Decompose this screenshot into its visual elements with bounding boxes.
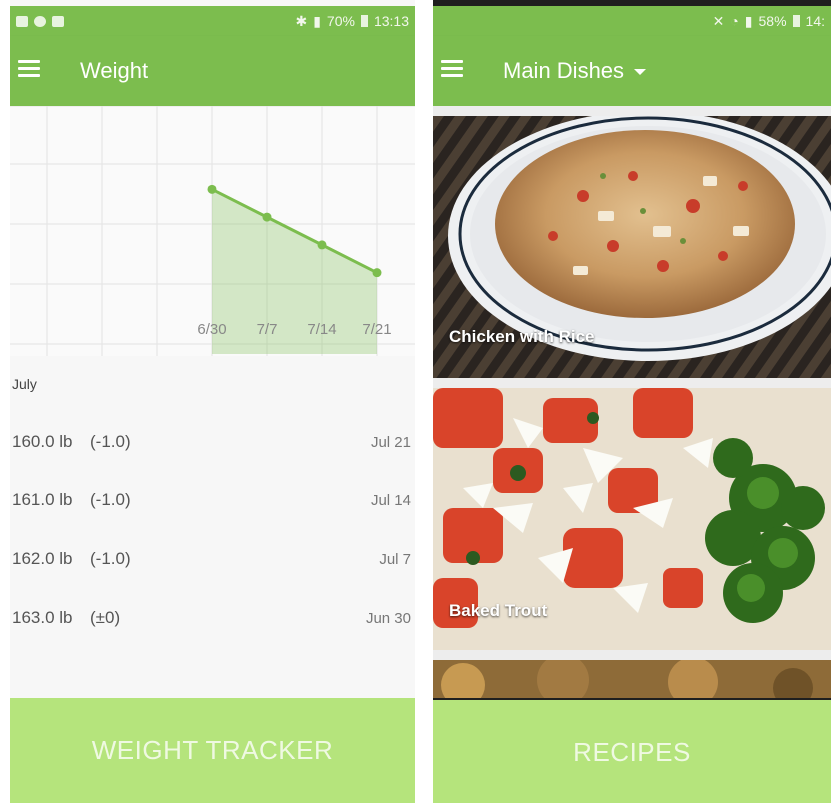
app-bar: Main Dishes bbox=[433, 36, 831, 106]
battery-percent: 70% bbox=[326, 13, 355, 29]
weight-screen: ✱ ▮ 70% 13:13 Weight 6/30 7/7 7/14 7/21 Jul… bbox=[10, 0, 415, 803]
x-tick-label: 6/30 bbox=[197, 321, 226, 338]
battery-icon bbox=[792, 15, 800, 27]
gallery-icon bbox=[16, 15, 28, 27]
weight-delta: (-1.0) bbox=[90, 549, 131, 568]
weight-point[interactable] bbox=[207, 184, 217, 194]
recipe-card[interactable]: Baked Trout bbox=[433, 388, 831, 650]
recipe-caption: Chicken with Rice bbox=[449, 327, 595, 346]
battery-icon bbox=[360, 15, 368, 27]
caret-down-icon bbox=[634, 69, 647, 76]
status-bar: ✱ ▮ 70% 13:13 bbox=[10, 6, 415, 36]
battery-percent: 58% bbox=[758, 13, 787, 29]
signal-icon: ▮ bbox=[313, 12, 321, 29]
weight-value: 163.0 lb bbox=[12, 608, 73, 627]
clock: 13:13 bbox=[373, 13, 409, 29]
weight-point[interactable] bbox=[372, 268, 382, 278]
list-item[interactable]: 160.0 lb (-1.0) Jul 21 bbox=[10, 424, 415, 464]
recipe-caption: Baked Trout bbox=[449, 601, 548, 620]
recipe-card[interactable] bbox=[433, 660, 831, 698]
weight-value: 162.0 lb bbox=[12, 549, 73, 568]
entry-date: Jul 14 bbox=[370, 492, 411, 509]
weight-tracker-button[interactable]: WEIGHT TRACKER bbox=[10, 698, 415, 803]
weight-point[interactable] bbox=[262, 212, 272, 222]
page-title: Weight bbox=[80, 58, 149, 83]
list-item[interactable]: 162.0 lb (-1.0) Jul 7 bbox=[10, 541, 415, 581]
messenger-icon bbox=[34, 15, 46, 27]
mute-icon: ✕ bbox=[712, 12, 725, 29]
menu-icon[interactable] bbox=[18, 60, 40, 78]
weight-chart: 6/30 7/7 7/14 7/21 bbox=[10, 106, 415, 356]
recipes-button[interactable]: RECIPES bbox=[433, 700, 831, 803]
recipe-image bbox=[433, 660, 831, 698]
app-bar: Weight bbox=[10, 36, 415, 106]
menu-icon[interactable] bbox=[441, 60, 463, 78]
entry-date: Jun 30 bbox=[365, 610, 411, 627]
entry-date: Jul 7 bbox=[379, 551, 411, 568]
x-tick-label: 7/14 bbox=[307, 321, 336, 338]
category-dropdown[interactable]: Main Dishes bbox=[503, 58, 647, 84]
list-item[interactable]: 163.0 lb (±0) Jun 30 bbox=[10, 600, 415, 640]
entry-date: Jul 21 bbox=[370, 434, 411, 451]
weight-value: 160.0 lb bbox=[12, 432, 73, 451]
weight-delta: (±0) bbox=[90, 608, 121, 627]
month-header: July bbox=[12, 376, 37, 392]
signal-icon: ▮ bbox=[744, 12, 753, 29]
weight-value: 161.0 lb bbox=[12, 490, 73, 509]
clock: 14: bbox=[805, 13, 825, 29]
x-tick-label: 7/7 bbox=[257, 321, 278, 338]
bluetooth-icon: ✱ bbox=[295, 12, 308, 29]
recipes-screen: ✕ ◔ ▮ 58% 14: Main Dishes Chicken with R… bbox=[433, 0, 831, 803]
list-item[interactable]: 161.0 lb (-1.0) Jul 14 bbox=[10, 482, 415, 522]
weight-delta: (-1.0) bbox=[90, 490, 131, 509]
alarm-icon: ◔ bbox=[730, 13, 739, 29]
status-bar: ✕ ◔ ▮ 58% 14: bbox=[433, 6, 831, 36]
weight-point[interactable] bbox=[317, 240, 327, 250]
recipe-card[interactable]: Chicken with Rice bbox=[433, 116, 831, 378]
sms-icon bbox=[52, 15, 64, 27]
category-label: Main Dishes bbox=[503, 58, 625, 83]
weight-area bbox=[212, 189, 377, 354]
weight-delta: (-1.0) bbox=[90, 432, 131, 451]
x-tick-label: 7/21 bbox=[362, 321, 391, 338]
